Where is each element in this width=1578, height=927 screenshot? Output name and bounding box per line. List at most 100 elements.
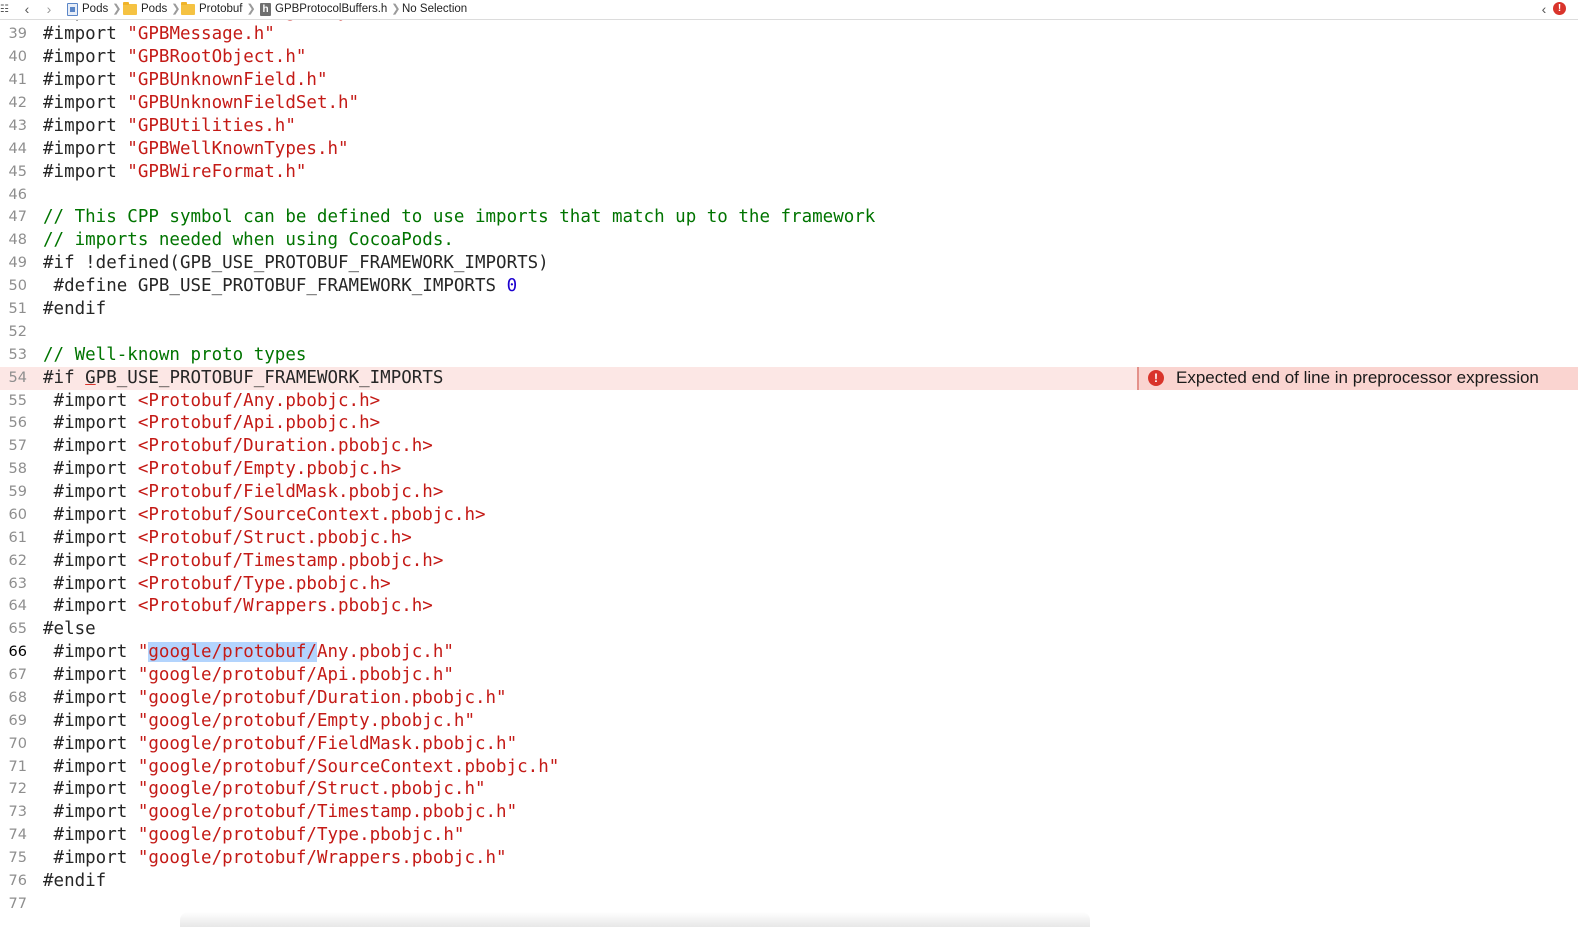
line-number[interactable]: 65 (0, 618, 27, 641)
code-line[interactable]: 73 #import "google/protobuf/Timestamp.pb… (0, 801, 1578, 824)
code-line[interactable]: 46 (0, 184, 1578, 207)
code-line[interactable]: 50 #define GPB_USE_PROTOBUF_FRAMEWORK_IM… (0, 275, 1578, 298)
back-arrow-icon[interactable]: ‹ (20, 0, 34, 19)
code-text[interactable]: #import <Protobuf/Empty.pbobjc.h> (43, 458, 402, 481)
code-line[interactable]: 75 #import "google/protobuf/Wrappers.pbo… (0, 847, 1578, 870)
code-line[interactable]: 65 #else (0, 618, 1578, 641)
source-editor[interactable]: 38#import "GPBExtensionRegistry.h"39#imp… (0, 0, 1578, 927)
code-text[interactable]: #import "GPBWireFormat.h" (43, 161, 306, 184)
line-number[interactable]: 39 (0, 23, 27, 46)
code-text[interactable]: #import "google/protobuf/Duration.pbobjc… (43, 687, 507, 710)
code-text[interactable]: #endif (43, 870, 106, 893)
code-text[interactable]: #import <Protobuf/Any.pbobjc.h> (43, 390, 381, 413)
code-line[interactable]: 40 #import "GPBRootObject.h" (0, 46, 1578, 69)
code-line[interactable]: 61 #import <Protobuf/Struct.pbobjc.h> (0, 527, 1578, 550)
code-text[interactable]: // Well-known proto types (43, 344, 306, 367)
code-line[interactable]: 60 #import <Protobuf/SourceContext.pbobj… (0, 504, 1578, 527)
line-number[interactable]: 48 (0, 229, 27, 252)
line-number[interactable]: 46 (0, 184, 27, 207)
breadcrumb-item-no-selection[interactable]: No Selection (402, 0, 467, 19)
code-text[interactable]: #import <Protobuf/SourceContext.pbobjc.h… (43, 504, 486, 527)
breadcrumb-item-file[interactable]: h GPBProtocolBuffers.h ❯ (260, 0, 401, 19)
line-number[interactable]: 57 (0, 435, 27, 458)
code-line[interactable]: 76 #endif (0, 870, 1578, 893)
code-line[interactable]: 52 (0, 321, 1578, 344)
line-number[interactable]: 64 (0, 595, 27, 618)
code-line[interactable]: 41 #import "GPBUnknownField.h" (0, 69, 1578, 92)
forward-arrow-icon[interactable]: › (42, 0, 56, 19)
line-number[interactable]: 41 (0, 69, 27, 92)
code-line[interactable]: 63 #import <Protobuf/Type.pbobjc.h> (0, 573, 1578, 596)
code-text[interactable]: #import "GPBWellKnownTypes.h" (43, 138, 349, 161)
line-number[interactable]: 76 (0, 870, 27, 893)
code-text[interactable]: #if GPB_USE_PROTOBUF_FRAMEWORK_IMPORTS (43, 367, 443, 390)
code-line[interactable]: 66 #import "google/protobuf/Any.pbobjc.h… (0, 641, 1578, 664)
code-text[interactable]: #import "GPBUnknownField.h" (43, 69, 327, 92)
code-text[interactable]: #import "google/protobuf/SourceContext.p… (43, 756, 560, 779)
line-number[interactable]: 70 (0, 733, 27, 756)
code-text[interactable]: #import "google/protobuf/Empty.pbobjc.h" (43, 710, 475, 733)
code-line[interactable]: 55 #import <Protobuf/Any.pbobjc.h> (0, 390, 1578, 413)
line-number[interactable]: 59 (0, 481, 27, 504)
code-text[interactable]: #else (43, 618, 96, 641)
code-line[interactable]: 51 #endif (0, 298, 1578, 321)
code-line[interactable]: 72 #import "google/protobuf/Struct.pbobj… (0, 778, 1578, 801)
breadcrumb-item-pods-folder[interactable]: Pods ❯ (123, 0, 180, 19)
line-number[interactable]: 61 (0, 527, 27, 550)
code-line[interactable]: 59 #import <Protobuf/FieldMask.pbobjc.h> (0, 481, 1578, 504)
code-line[interactable]: 62 #import <Protobuf/Timestamp.pbobjc.h> (0, 550, 1578, 573)
code-line[interactable]: 39 #import "GPBMessage.h" (0, 23, 1578, 46)
code-line[interactable]: 44 #import "GPBWellKnownTypes.h" (0, 138, 1578, 161)
error-badge-icon[interactable]: ! (1553, 2, 1566, 15)
code-text[interactable]: #import <Protobuf/Timestamp.pbobjc.h> (43, 550, 444, 573)
line-number[interactable]: 71 (0, 756, 27, 779)
code-text[interactable]: // imports needed when using CocoaPods. (43, 229, 454, 252)
code-text[interactable]: #import "google/protobuf/Struct.pbobjc.h… (43, 778, 486, 801)
grid-icon[interactable]: ☷ (0, 0, 10, 19)
code-text[interactable]: #import <Protobuf/Duration.pbobjc.h> (43, 435, 433, 458)
line-number[interactable]: 62 (0, 550, 27, 573)
code-line[interactable]: 45 #import "GPBWireFormat.h" (0, 161, 1578, 184)
code-line[interactable]: 42 #import "GPBUnknownFieldSet.h" (0, 92, 1578, 115)
code-line[interactable]: 58 #import <Protobuf/Empty.pbobjc.h> (0, 458, 1578, 481)
code-text[interactable]: #import "GPBUnknownFieldSet.h" (43, 92, 359, 115)
code-line[interactable]: 47 // This CPP symbol can be defined to u… (0, 206, 1578, 229)
line-number[interactable]: 55 (0, 390, 27, 413)
line-number[interactable]: 49 (0, 252, 27, 275)
code-text[interactable]: #import "google/protobuf/Api.pbobjc.h" (43, 664, 454, 687)
code-line[interactable]: 67 #import "google/protobuf/Api.pbobjc.h… (0, 664, 1578, 687)
line-number[interactable]: 60 (0, 504, 27, 527)
line-number[interactable]: 68 (0, 687, 27, 710)
line-number[interactable]: 58 (0, 458, 27, 481)
line-number[interactable]: 75 (0, 847, 27, 870)
code-text[interactable]: #import "GPBRootObject.h" (43, 46, 306, 69)
line-number[interactable]: 54 (0, 367, 27, 390)
code-line[interactable]: 56 #import <Protobuf/Api.pbobjc.h> (0, 412, 1578, 435)
code-text[interactable]: #import <Protobuf/Type.pbobjc.h> (43, 573, 391, 596)
code-line[interactable]: 53 // Well-known proto types (0, 344, 1578, 367)
code-line[interactable]: 74 #import "google/protobuf/Type.pbobjc.… (0, 824, 1578, 847)
code-line[interactable]: 48 // imports needed when using CocoaPods… (0, 229, 1578, 252)
line-number[interactable]: 66 (0, 641, 27, 664)
line-number[interactable]: 44 (0, 138, 27, 161)
line-number[interactable]: 73 (0, 801, 27, 824)
line-number[interactable]: 72 (0, 778, 27, 801)
code-line[interactable]: 43 #import "GPBUtilities.h" (0, 115, 1578, 138)
code-line[interactable]: 68 #import "google/protobuf/Duration.pbo… (0, 687, 1578, 710)
code-line[interactable]: 70 #import "google/protobuf/FieldMask.pb… (0, 733, 1578, 756)
code-text[interactable]: #import "google/protobuf/Timestamp.pbobj… (43, 801, 518, 824)
code-text[interactable]: // This CPP symbol can be defined to use… (43, 206, 875, 229)
code-line[interactable]: 69 #import "google/protobuf/Empty.pbobjc… (0, 710, 1578, 733)
code-text[interactable]: #import "google/protobuf/FieldMask.pbobj… (43, 733, 518, 756)
code-text[interactable]: #import <Protobuf/Api.pbobjc.h> (43, 412, 381, 435)
code-text[interactable]: #if !defined(GPB_USE_PROTOBUF_FRAMEWORK_… (43, 252, 549, 275)
code-text[interactable]: #import "google/protobuf/Any.pbobjc.h" (43, 641, 454, 664)
code-text[interactable]: #import "GPBUtilities.h" (43, 115, 296, 138)
code-text[interactable]: #import <Protobuf/Wrappers.pbobjc.h> (43, 595, 433, 618)
line-number[interactable]: 50 (0, 275, 27, 298)
previous-issue-arrow-icon[interactable]: ‹ (1538, 0, 1550, 19)
code-line[interactable]: 54 #if GPB_USE_PROTOBUF_FRAMEWORK_IMPORTS… (0, 366, 1578, 390)
line-number[interactable]: 63 (0, 573, 27, 596)
code-text[interactable]: #import "google/protobuf/Wrappers.pbobjc… (43, 847, 507, 870)
line-number[interactable]: 51 (0, 298, 27, 321)
